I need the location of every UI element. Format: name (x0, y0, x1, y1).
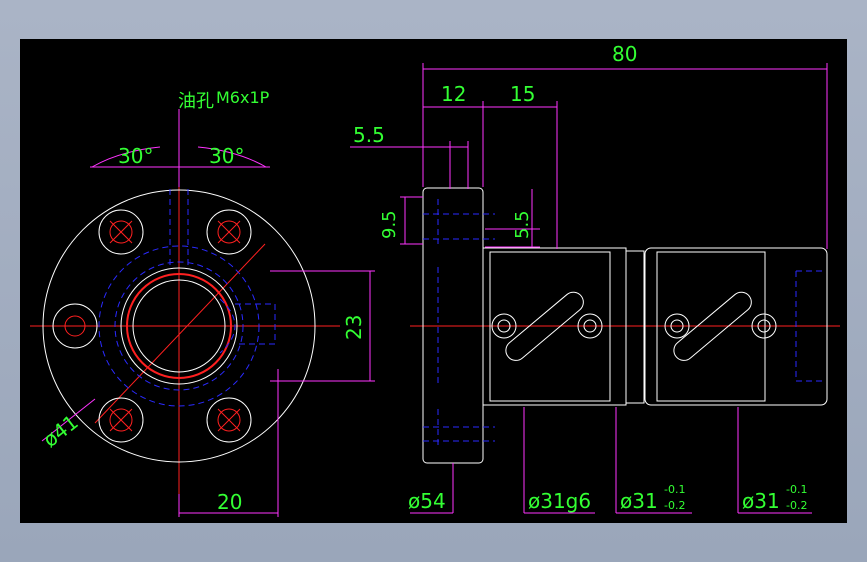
fit-dia-dim: ø31g6 (528, 489, 591, 513)
offset-dim: 5.5 (353, 123, 385, 147)
oil-hole-label: 油孔 (178, 91, 214, 112)
hole-dim-b: 5.5 (512, 210, 533, 239)
pcd-dim: ø41 (38, 410, 82, 452)
bolt-hole-top-left (98, 209, 144, 255)
dia-2-lower-tol: -0.2 (786, 499, 807, 512)
dia-1-dim: ø31 (620, 489, 658, 513)
bolt-hole-bottom-right (206, 397, 252, 443)
thread-label: M6x1P (216, 88, 270, 107)
dia-1-upper-tol: -0.1 (664, 483, 685, 496)
nut-side-view: 80 12 15 5.5 9.5 5.5 ø54 ø31g6 ø31 -0.1 … (350, 42, 840, 514)
dia-2-upper-tol: -0.1 (786, 483, 807, 496)
angle-left-dim: 30° (118, 144, 153, 168)
flange-dia-dim: ø54 (408, 489, 446, 513)
angle-right-dim: 30° (209, 144, 244, 168)
dia-2-dim: ø31 (742, 489, 780, 513)
height-dim: 23 (342, 315, 366, 340)
step-width-dim: 15 (510, 82, 535, 106)
flange-front-view: 油孔 M6x1P 30° 30° 23 ø41 20 (30, 88, 375, 517)
width-dim: 20 (217, 490, 242, 514)
dia-1-lower-tol: -0.2 (664, 499, 685, 512)
flange-width-dim: 12 (441, 82, 466, 106)
cad-drawing-canvas: 油孔 M6x1P 30° 30° 23 ø41 20 80 12 15 5.5 … (20, 39, 847, 523)
overall-length-dim: 80 (612, 42, 637, 66)
hole-dim-a: 9.5 (379, 210, 400, 239)
drawing-svg: 油孔 M6x1P 30° 30° 23 ø41 20 80 12 15 5.5 … (30, 42, 840, 517)
bolt-hole-bottom-left (98, 397, 144, 443)
bolt-hole-top-right (206, 209, 252, 255)
